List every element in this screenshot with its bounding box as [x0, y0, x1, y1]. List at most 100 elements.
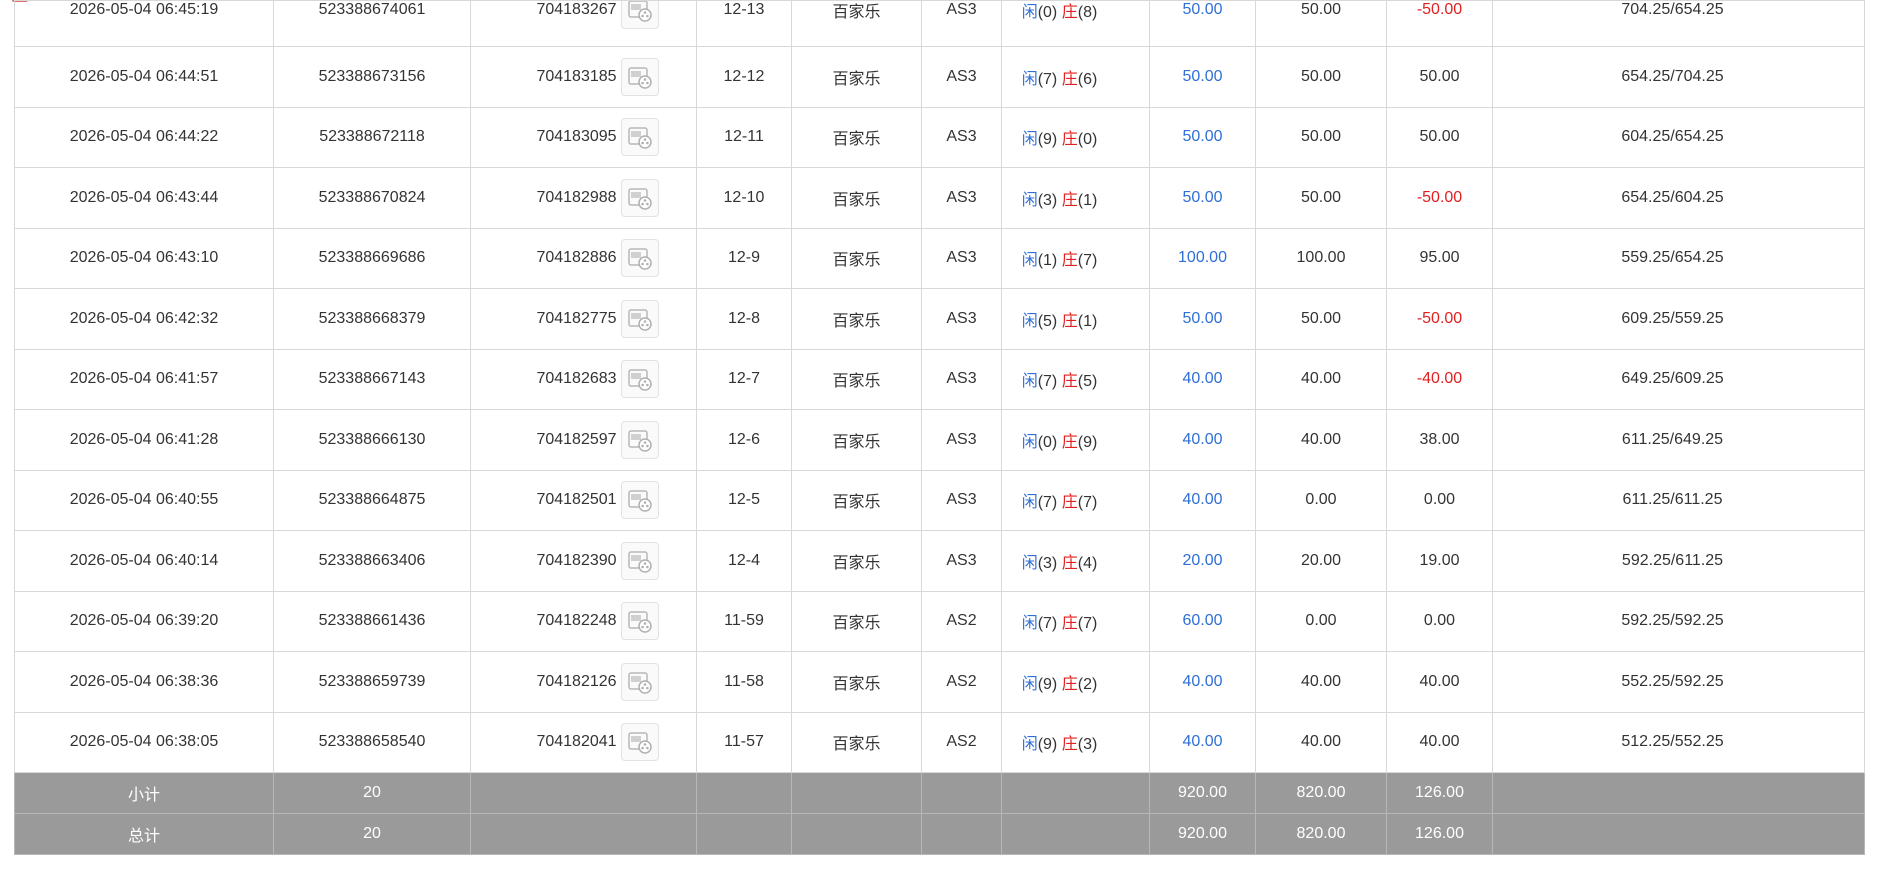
shoe-number: 12-13: [696, 0, 792, 47]
game-result: 闲(3) 庄(4): [1001, 530, 1150, 592]
game-result: 闲(3) 庄(1): [1001, 167, 1150, 229]
round-number: 704182886: [536, 249, 617, 267]
round-number-cell: 704182390: [470, 530, 697, 592]
bet-amount: 40.00: [1149, 469, 1256, 531]
table-row: 2026-05-04 06:41:57 523388667143 7041826…: [14, 348, 1865, 410]
video-replay-icon[interactable]: [620, 662, 659, 701]
valid-bet: 40.00: [1255, 711, 1387, 773]
order-number: 523388663406: [273, 530, 471, 592]
round-number: 704182390: [536, 551, 617, 569]
shoe-number: 11-58: [696, 651, 792, 713]
valid-bet: 40.00: [1255, 651, 1387, 713]
bet-records-table: 2026-05-04 06:45:19 523388674061 7041832…: [14, 0, 1865, 855]
win-loss: -40.00: [1386, 348, 1493, 410]
round-number: 704182248: [536, 612, 617, 630]
order-number: 523388666130: [273, 409, 471, 471]
round-number: 704182775: [536, 309, 617, 327]
game-result: 闲(9) 庄(0): [1001, 106, 1150, 168]
table-row: 2026-05-04 06:45:19 523388674061 7041832…: [14, 0, 1865, 47]
bet-amount: 50.00: [1149, 46, 1256, 108]
order-number: 523388668379: [273, 288, 471, 350]
table-row: 2026-05-04 06:41:28 523388666130 7041825…: [14, 409, 1865, 471]
valid-bet: 50.00: [1255, 0, 1387, 47]
order-number: 523388659739: [273, 651, 471, 713]
video-replay-icon[interactable]: [620, 57, 659, 96]
valid-bet: 40.00: [1255, 409, 1387, 471]
game-type: 百家乐: [791, 348, 922, 410]
bet-amount: 100.00: [1149, 227, 1256, 289]
video-replay-icon[interactable]: [620, 118, 659, 157]
round-number-cell: 704182683: [470, 348, 697, 410]
shoe-number: 12-6: [696, 409, 792, 471]
video-replay-icon[interactable]: [620, 360, 659, 399]
bet-time: 2026-05-04 06:39:20: [14, 590, 274, 652]
shoe-number: 11-57: [696, 711, 792, 773]
round-number: 704183267: [536, 0, 617, 18]
win-loss: -50.00: [1386, 167, 1493, 229]
table-row: 2026-05-04 06:39:20 523388661436 7041822…: [14, 590, 1865, 652]
video-replay-icon[interactable]: [620, 299, 659, 338]
bet-time: 2026-05-04 06:43:44: [14, 167, 274, 229]
total-row: 总计 20 920.00 820.00 126.00: [14, 813, 1865, 855]
win-loss: -50.00: [1386, 0, 1493, 47]
bet-time: 2026-05-04 06:40:14: [14, 530, 274, 592]
total-win: 126.00: [1386, 813, 1493, 855]
win-loss: 50.00: [1386, 46, 1493, 108]
total-valid: 820.00: [1255, 813, 1387, 855]
win-loss: 40.00: [1386, 711, 1493, 773]
win-loss: 40.00: [1386, 651, 1493, 713]
video-replay-icon[interactable]: [620, 602, 659, 641]
game-type: 百家乐: [791, 0, 922, 47]
bet-amount: 50.00: [1149, 106, 1256, 168]
balance-change: 592.25/611.25: [1492, 530, 1865, 592]
table-row: 2026-05-04 06:43:44 523388670824 7041829…: [14, 167, 1865, 229]
bet-time: 2026-05-04 06:38:05: [14, 711, 274, 773]
game-type: 百家乐: [791, 711, 922, 773]
round-number-cell: 704182775: [470, 288, 697, 350]
subtotal-win: 126.00: [1386, 772, 1493, 814]
game-type: 百家乐: [791, 469, 922, 531]
round-number-cell: 704182248: [470, 590, 697, 652]
balance-change: 611.25/611.25: [1492, 469, 1865, 531]
video-replay-icon[interactable]: [620, 1, 659, 29]
video-replay-icon[interactable]: [620, 481, 659, 520]
order-number: 523388669686: [273, 227, 471, 289]
bet-time: 2026-05-04 06:41:28: [14, 409, 274, 471]
table-row: 2026-05-04 06:40:55 523388664875 7041825…: [14, 469, 1865, 531]
shoe-number: 12-10: [696, 167, 792, 229]
shoe-number: 12-11: [696, 106, 792, 168]
balance-change: 704.25/654.25: [1492, 0, 1865, 47]
table-body: 2026-05-04 06:45:19 523388674061 7041832…: [14, 0, 1865, 773]
video-replay-icon[interactable]: [620, 420, 659, 459]
video-replay-icon[interactable]: [620, 178, 659, 217]
video-replay-icon[interactable]: [620, 541, 659, 580]
table-code: AS3: [921, 409, 1002, 471]
bet-amount: 50.00: [1149, 0, 1256, 47]
shoe-number: 12-12: [696, 46, 792, 108]
game-type: 百家乐: [791, 651, 922, 713]
video-replay-icon[interactable]: [620, 239, 659, 278]
balance-change: 559.25/654.25: [1492, 227, 1865, 289]
win-loss: -50.00: [1386, 288, 1493, 350]
order-number: 523388667143: [273, 348, 471, 410]
table-code: AS3: [921, 46, 1002, 108]
game-type: 百家乐: [791, 409, 922, 471]
valid-bet: 0.00: [1255, 469, 1387, 531]
shoe-number: 12-5: [696, 469, 792, 531]
win-loss: 0.00: [1386, 469, 1493, 531]
round-number: 704182683: [536, 370, 617, 388]
order-number: 523388670824: [273, 167, 471, 229]
subtotal-valid: 820.00: [1255, 772, 1387, 814]
bet-time: 2026-05-04 06:40:55: [14, 469, 274, 531]
bet-amount: 50.00: [1149, 288, 1256, 350]
shoe-number: 12-7: [696, 348, 792, 410]
balance-change: 609.25/559.25: [1492, 288, 1865, 350]
balance-change: 654.25/604.25: [1492, 167, 1865, 229]
game-result: 闲(5) 庄(1): [1001, 288, 1150, 350]
game-result: 闲(7) 庄(5): [1001, 348, 1150, 410]
total-bet: 920.00: [1149, 813, 1256, 855]
game-result: 闲(9) 庄(2): [1001, 651, 1150, 713]
video-replay-icon[interactable]: [620, 723, 659, 762]
bet-time: 2026-05-04 06:43:10: [14, 227, 274, 289]
total-label: 总计: [14, 813, 274, 855]
